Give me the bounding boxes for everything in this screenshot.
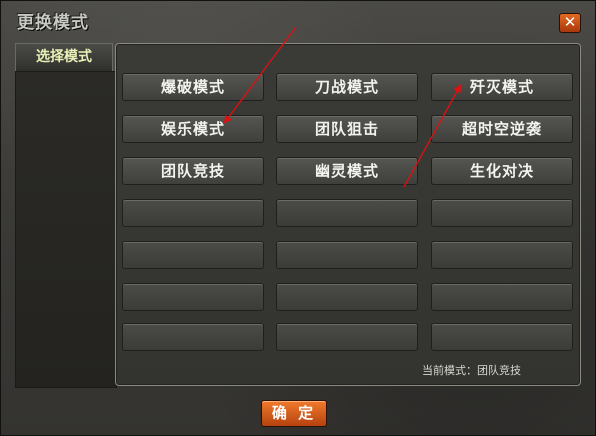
dialog-title: 更换模式 bbox=[17, 13, 89, 33]
mode-button-bio-duel[interactable]: 生化对决 bbox=[431, 157, 573, 185]
empty-mode-slot bbox=[431, 199, 573, 227]
change-mode-dialog: 更换模式 ✕ 选择模式 爆破模式 刀战模式 歼灭模式 娱乐模式 团队狙击 超时空… bbox=[0, 0, 596, 436]
empty-mode-slot bbox=[122, 241, 264, 269]
title-bar[interactable]: 更换模式 ✕ bbox=[1, 1, 596, 35]
mode-button-knife[interactable]: 刀战模式 bbox=[276, 73, 418, 101]
mode-button-demolition[interactable]: 爆破模式 bbox=[122, 73, 264, 101]
empty-mode-slot bbox=[276, 283, 418, 311]
tab-select-mode[interactable]: 选择模式 bbox=[15, 43, 113, 71]
empty-mode-slot bbox=[122, 323, 264, 351]
sidebar-panel bbox=[15, 71, 117, 388]
empty-mode-slot bbox=[276, 199, 418, 227]
empty-mode-slot bbox=[276, 323, 418, 351]
mode-button-team-sniper[interactable]: 团队狙击 bbox=[276, 115, 418, 143]
mode-button-ghost[interactable]: 幽灵模式 bbox=[276, 157, 418, 185]
mode-button-spacetime-raid[interactable]: 超时空逆袭 bbox=[431, 115, 573, 143]
close-button[interactable]: ✕ bbox=[559, 13, 581, 33]
empty-mode-slot bbox=[122, 283, 264, 311]
empty-mode-slot bbox=[276, 241, 418, 269]
empty-mode-slot bbox=[431, 323, 573, 351]
mode-button-team-deathmatch[interactable]: 团队竞技 bbox=[122, 157, 264, 185]
mode-button-entertainment[interactable]: 娱乐模式 bbox=[122, 115, 264, 143]
empty-mode-slot bbox=[431, 283, 573, 311]
current-mode-status: 当前模式：团队竞技 bbox=[422, 364, 521, 377]
empty-mode-slot bbox=[431, 241, 573, 269]
mode-button-elimination[interactable]: 歼灭模式 bbox=[431, 73, 573, 101]
confirm-button[interactable]: 确 定 bbox=[261, 400, 327, 427]
empty-mode-slot bbox=[122, 199, 264, 227]
